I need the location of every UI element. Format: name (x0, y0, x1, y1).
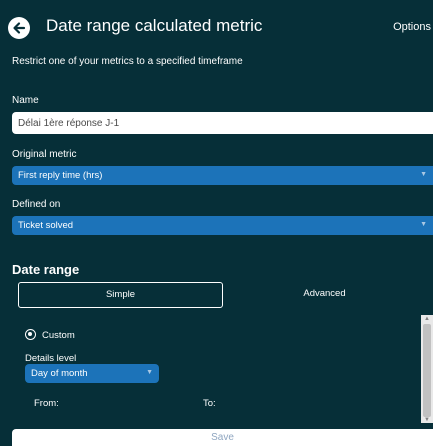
original-metric-label: Original metric (12, 149, 77, 160)
original-metric-value: First reply time (hrs) (18, 170, 103, 181)
defined-on-select[interactable]: Ticket solved ▼ (12, 216, 433, 235)
details-level-select[interactable]: Day of month ▼ (25, 364, 159, 383)
defined-on-value: Ticket solved (18, 220, 74, 231)
details-level-value: Day of month (31, 368, 88, 379)
back-arrow-icon[interactable] (8, 17, 30, 39)
scrollbar-thumb[interactable] (423, 324, 431, 417)
from-label: From: (34, 398, 59, 409)
defined-on-label: Defined on (12, 199, 61, 210)
to-label: To: (203, 398, 216, 409)
options-link[interactable]: Options (393, 21, 431, 33)
name-label: Name (12, 95, 39, 106)
details-level-label: Details level (25, 353, 77, 364)
custom-radio-label[interactable]: Custom (42, 330, 75, 341)
date-range-title: Date range (12, 262, 80, 277)
chevron-down-icon: ▼ (420, 221, 427, 228)
tab-simple[interactable]: Simple (18, 282, 223, 308)
chevron-down-icon: ▼ (420, 171, 427, 178)
chevron-down-icon: ▼ (146, 369, 153, 376)
date-range-metric-panel: Date range calculated metric Options Res… (0, 0, 433, 446)
radio-selected-dot (28, 332, 32, 336)
name-input[interactable] (12, 112, 433, 134)
original-metric-select[interactable]: First reply time (hrs) ▼ (12, 166, 433, 185)
page-title: Date range calculated metric (46, 16, 263, 35)
page-subtitle: Restrict one of your metrics to a specif… (12, 56, 243, 67)
tab-advanced[interactable]: Advanced (224, 282, 425, 308)
custom-radio[interactable] (25, 329, 36, 340)
save-button[interactable]: Save (12, 429, 433, 446)
scroll-up-icon[interactable]: ▲ (421, 315, 433, 323)
scroll-down-icon[interactable]: ▼ (421, 416, 433, 424)
